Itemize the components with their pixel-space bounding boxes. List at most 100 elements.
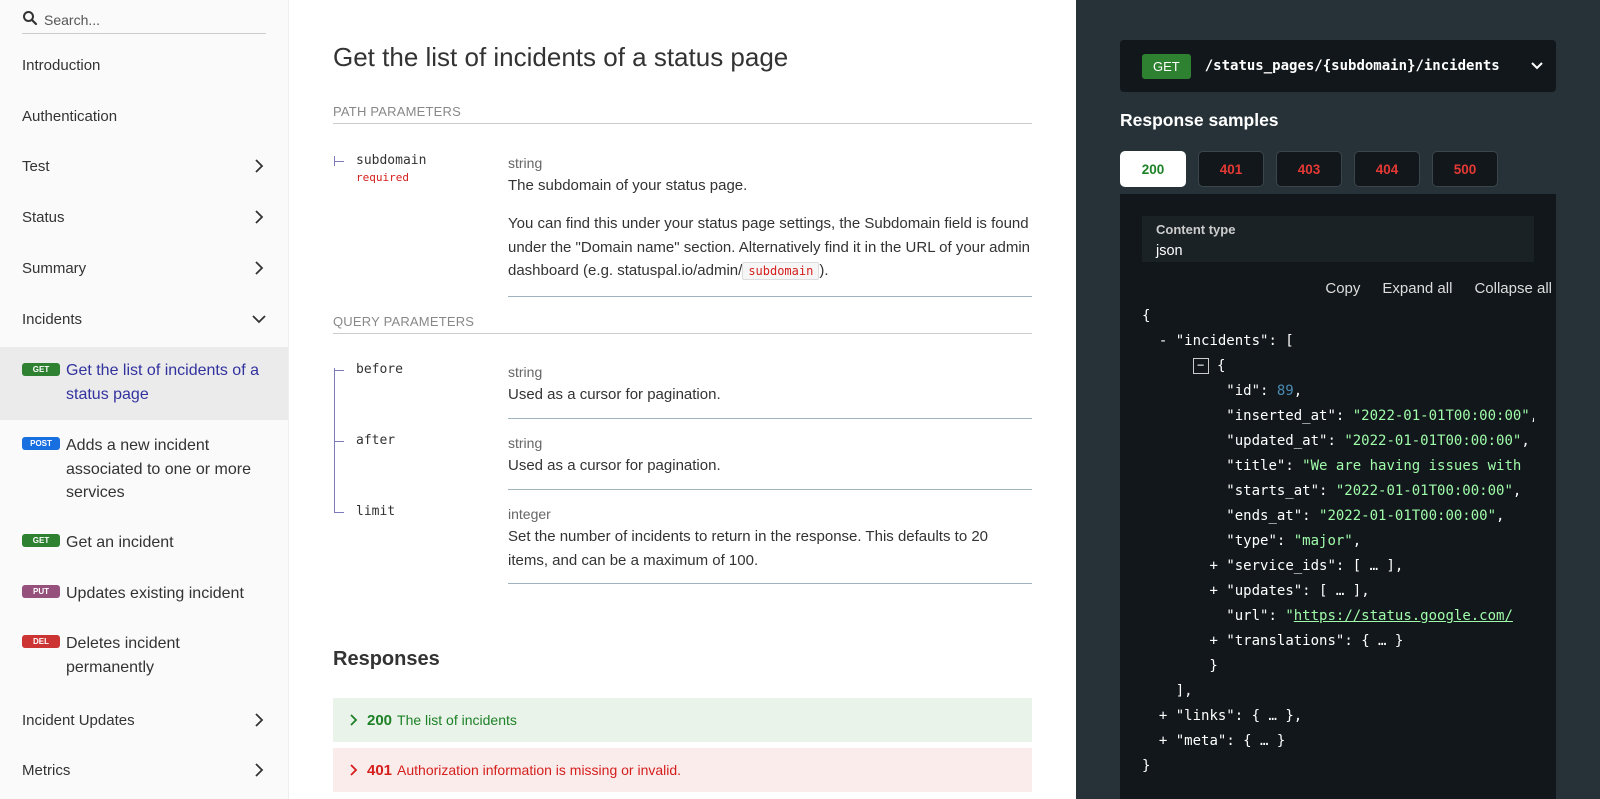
json-collapsed[interactable]: { … }	[1243, 733, 1285, 749]
json-value: "2022-01-01T00:00:00"	[1319, 508, 1497, 524]
json-expand-toggle[interactable]: +	[1209, 633, 1217, 649]
http-method-badge: GET	[1142, 53, 1191, 79]
sidebar-item-incidents[interactable]: Incidents	[0, 304, 288, 334]
right-panel: GET /status_pages/{subdomain}/incidents …	[1076, 0, 1600, 799]
param-required-label: required	[356, 171, 409, 184]
json-expand-toggle[interactable]: +	[1209, 558, 1217, 574]
main-content: Get the list of incidents of a status pa…	[289, 0, 1076, 799]
param-description: The subdomain of your status page.	[508, 177, 748, 194]
json-key: "translations"	[1226, 633, 1345, 649]
sidebar-op-delete-incident[interactable]: DEL Deletes incident permanently	[0, 632, 288, 682]
json-key: "title"	[1226, 458, 1286, 474]
chevron-right-icon	[350, 714, 358, 726]
sidebar-op-add-incident[interactable]: POST Adds a new incident associated to o…	[0, 434, 288, 506]
response-200[interactable]: 200 The list of incidents	[333, 698, 1032, 742]
collapse-all-button[interactable]: Collapse all	[1474, 280, 1552, 297]
sidebar-op-label: Updates existing incident	[66, 585, 244, 602]
json-key: "meta"	[1175, 733, 1227, 749]
sidebar-item-label: Metrics	[22, 761, 71, 779]
sidebar-op-update-incident[interactable]: PUT Updates existing incident	[0, 582, 288, 608]
response-401[interactable]: 401 Authorization information is missing…	[333, 748, 1032, 792]
endpoint-selector[interactable]: GET /status_pages/{subdomain}/incidents	[1120, 40, 1556, 92]
sidebar-item-test[interactable]: Test	[0, 151, 288, 181]
param-name-limit: limit	[356, 504, 396, 519]
json-expand-toggle[interactable]: +	[1209, 583, 1217, 599]
param-name-after: after	[356, 433, 396, 448]
json-collapse-toggle[interactable]: −	[1192, 358, 1209, 374]
json-collapse-toggle[interactable]: -	[1159, 333, 1167, 349]
json-collapsed[interactable]: [ … ]	[1353, 558, 1395, 574]
json-key: "id"	[1226, 383, 1261, 399]
divider	[508, 296, 1032, 297]
chevron-right-icon	[255, 261, 264, 275]
divider	[508, 583, 1032, 584]
json-key: "incidents"	[1175, 333, 1269, 349]
endpoint-path: /status_pages/{subdomain}/incidents	[1204, 58, 1500, 74]
sidebar-op-label: Deletes incident permanently	[66, 635, 180, 676]
json-collapsed[interactable]: { … }	[1361, 633, 1403, 649]
json-key: "updated_at"	[1226, 433, 1328, 449]
json-key: "inserted_at"	[1226, 408, 1336, 424]
param-tree-line	[334, 370, 344, 371]
method-badge: PUT	[22, 585, 60, 598]
sidebar-item-metrics[interactable]: Metrics	[0, 755, 288, 785]
method-badge: POST	[22, 437, 60, 450]
json-value: "2022-01-01T00:00:00"	[1344, 433, 1522, 449]
json-key: "ends_at"	[1226, 508, 1303, 524]
chevron-right-icon	[255, 713, 264, 727]
method-badge: GET	[22, 363, 60, 376]
json-value: "We are having issues with	[1302, 458, 1522, 474]
tab-403[interactable]: 403	[1276, 151, 1342, 187]
expand-all-button[interactable]: Expand all	[1382, 280, 1452, 297]
response-code: 200	[367, 711, 393, 729]
sidebar-item-label: Introduction	[22, 56, 101, 74]
json-value: "2022-01-01T00:00:00"	[1335, 483, 1513, 499]
param-type: string	[508, 435, 543, 451]
sidebar-item-introduction[interactable]: Introduction	[0, 50, 288, 80]
param-tree-line	[334, 512, 344, 513]
chevron-right-icon	[255, 210, 264, 224]
sidebar-item-incident-updates[interactable]: Incident Updates	[0, 705, 288, 735]
json-expand-toggle[interactable]: +	[1159, 708, 1167, 724]
json-sample: { - "incidents": [ − { "id": 89, "insert…	[1142, 308, 1534, 774]
json-value: 89	[1276, 383, 1294, 399]
sidebar-item-label: Incident Updates	[22, 711, 135, 729]
json-punct: }	[1142, 758, 1151, 774]
json-value: "2022-01-01T00:00:00"	[1352, 408, 1530, 424]
tab-401[interactable]: 401	[1198, 151, 1264, 187]
sidebar-op-label: Adds a new incident associated to one or…	[66, 437, 251, 501]
copy-button[interactable]: Copy	[1325, 280, 1360, 297]
page-title: Get the list of incidents of a status pa…	[333, 42, 789, 72]
json-punct: {	[1142, 308, 1151, 324]
param-type: string	[508, 364, 543, 380]
sidebar-op-list-incidents[interactable]: GET Get the list of incidents of a statu…	[0, 347, 288, 420]
param-description: Used as a cursor for pagination.	[508, 457, 721, 474]
tab-404[interactable]: 404	[1354, 151, 1420, 187]
tab-200[interactable]: 200	[1120, 151, 1186, 187]
response-description: Authorization information is missing or …	[397, 762, 682, 778]
sidebar-item-authentication[interactable]: Authentication	[0, 101, 288, 131]
json-key: "links"	[1175, 708, 1235, 724]
param-tree-line	[334, 156, 335, 166]
sidebar-op-label: Get the list of incidents of a status pa…	[66, 362, 259, 403]
sidebar-item-label: Summary	[22, 259, 87, 277]
json-key: "type"	[1226, 533, 1277, 549]
param-type: string	[508, 155, 543, 171]
json-collapsed[interactable]: { … }	[1252, 708, 1294, 724]
divider	[508, 489, 1032, 490]
param-description-detail: You can find this under your status page…	[508, 212, 1032, 284]
search-input[interactable]	[44, 8, 264, 32]
sidebar-item-summary[interactable]: Summary	[0, 253, 288, 283]
sidebar-op-get-incident[interactable]: GET Get an incident	[0, 531, 288, 557]
response-sample-panel: Content type json Copy Expand all Collap…	[1120, 194, 1556, 799]
tab-500[interactable]: 500	[1432, 151, 1498, 187]
json-value: "major"	[1293, 533, 1353, 549]
response-samples-heading: Response samples	[1120, 110, 1279, 130]
json-collapsed[interactable]: [ … ]	[1319, 583, 1361, 599]
chevron-right-icon	[255, 763, 264, 777]
content-type-selector[interactable]: Content type json	[1142, 216, 1534, 262]
chevron-right-icon	[350, 764, 358, 776]
json-expand-toggle[interactable]: +	[1159, 733, 1167, 749]
json-link[interactable]: https://status.google.com/	[1294, 608, 1513, 624]
sidebar-item-status[interactable]: Status	[0, 202, 288, 232]
